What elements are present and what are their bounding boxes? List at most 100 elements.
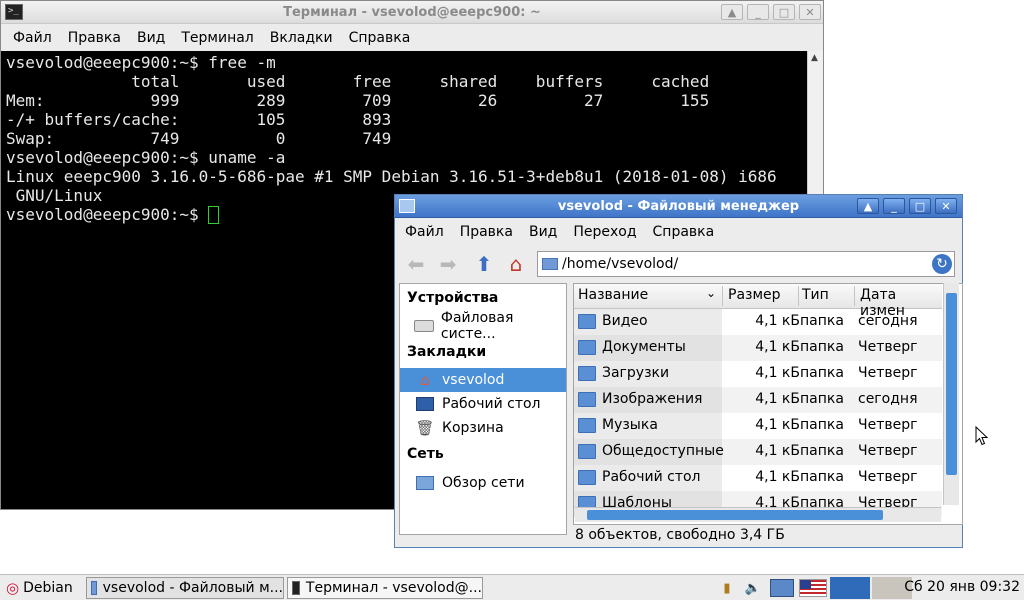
sidebar-item-home[interactable]: ⌂ vsevolod [400, 368, 566, 392]
folder-icon [578, 444, 596, 459]
chevron-down-icon[interactable]: ⌄ [706, 286, 716, 300]
column-header-type[interactable]: Тип [802, 287, 829, 303]
folder-icon [542, 258, 558, 270]
fm-menu-file[interactable]: Файл [397, 224, 452, 240]
location-bar[interactable]: /home/vsevolod/ ↻ [537, 251, 955, 277]
desktop-icon [414, 395, 436, 413]
sidebar-item-desktop[interactable]: Рабочий стол [400, 392, 566, 416]
terminal-keep-above-button[interactable]: ▲ [721, 4, 743, 20]
sidebar-item-filesystem[interactable]: Файловая систе... [400, 310, 566, 342]
file-type: папка [800, 443, 844, 459]
folder-icon [578, 366, 596, 381]
terminal-menu-file[interactable]: Файл [5, 30, 60, 46]
file-size: 4,1 кБ [755, 443, 800, 459]
folder-icon [578, 340, 596, 355]
sidebar-item-network[interactable]: Обзор сети [400, 471, 566, 495]
terminal-app-icon: >_ [5, 4, 23, 20]
volume-icon[interactable]: 🔈 [742, 577, 764, 599]
sidebar-item-trash[interactable]: 🗑 Корзина [400, 416, 566, 440]
terminal-line: vsevolod@eeepc900:~$ free -m [6, 53, 276, 72]
terminal-menu-terminal[interactable]: Терминал [173, 30, 261, 46]
forward-arrow-icon[interactable]: ➡ [435, 251, 461, 277]
fm-close-button[interactable]: ✕ [935, 198, 957, 214]
clock[interactable]: Сб 20 янв 09:32 [904, 579, 1020, 595]
file-name: Документы [602, 339, 686, 355]
network-icon [414, 474, 436, 492]
trash-icon: 🗑 [415, 419, 435, 437]
file-date: Четверг [858, 443, 918, 459]
fm-minimize-button[interactable]: _ [883, 198, 905, 214]
file-name: Загрузки [602, 365, 670, 381]
terminal-line: vsevolod@eeepc900:~$ uname -a [6, 148, 286, 167]
file-size: 4,1 кБ [755, 365, 800, 381]
file-date: сегодня [858, 391, 918, 407]
file-row[interactable]: Музыка 4,1 кБ папка Четверг [574, 413, 942, 439]
file-manager-window[interactable]: vsevolod - Файловый менеджер ▲ _ □ ✕ Фай… [394, 194, 963, 548]
file-name: Рабочий стол [602, 469, 701, 485]
fm-sidebar: Устройства Файловая систе... Закладки ⌂ … [399, 283, 567, 535]
file-type: папка [800, 365, 844, 381]
fm-menu-help[interactable]: Справка [645, 224, 723, 240]
taskbar: ◎ Debian vsevolod - Файловый м... Термин… [0, 574, 1024, 600]
file-type: папка [800, 469, 844, 485]
scrollbar-thumb[interactable] [946, 293, 957, 475]
file-date: Четверг [858, 365, 918, 381]
fm-menubar: Файл Правка Вид Переход Справка [395, 221, 962, 243]
terminal-menu-tabs[interactable]: Вкладки [262, 30, 341, 46]
file-name: Видео [602, 313, 648, 329]
fm-menu-view[interactable]: Вид [521, 224, 565, 240]
fm-menu-go[interactable]: Переход [565, 224, 644, 240]
status-bar: 8 объектов, свободно 3,4 ГБ [575, 527, 785, 543]
file-row[interactable]: Изображения 4,1 кБ папка сегодня [574, 387, 942, 413]
terminal-menu-edit[interactable]: Правка [60, 30, 129, 46]
file-list[interactable]: Название ⌄ Размер Тип Дата измен Видео 4… [573, 283, 963, 525]
workspace-1-icon[interactable] [830, 577, 870, 599]
file-size: 4,1 кБ [755, 469, 800, 485]
file-row[interactable]: Рабочий стол 4,1 кБ папка Четверг [574, 465, 942, 491]
file-row[interactable]: Документы 4,1 кБ папка Четверг [574, 335, 942, 361]
file-row[interactable]: Общедоступные 4,1 кБ папка Четверг [574, 439, 942, 465]
fm-maximize-button[interactable]: □ [909, 198, 931, 214]
back-arrow-icon[interactable]: ⬅ [403, 251, 429, 277]
terminal-line: Linux eeepc900 3.16.0-5-686-pae #1 SMP D… [6, 167, 777, 186]
file-name: Общедоступные [602, 443, 724, 459]
home-icon[interactable]: ⌂ [503, 251, 529, 277]
column-header-size[interactable]: Размер [728, 287, 781, 303]
clipboard-icon[interactable]: ▮ [716, 577, 738, 599]
file-list-horizontal-scrollbar[interactable] [575, 507, 941, 522]
file-size: 4,1 кБ [755, 313, 800, 329]
network-icon[interactable] [768, 577, 796, 599]
terminal-menu-help[interactable]: Справка [341, 30, 419, 46]
fm-app-icon [399, 199, 415, 213]
task-button-filemanager[interactable]: vsevolod - Файловый м... [86, 577, 284, 599]
sidebar-header-bookmarks: Закладки [407, 344, 487, 360]
sidebar-header-network: Сеть [407, 446, 444, 462]
terminal-close-button[interactable]: ✕ [799, 4, 821, 20]
up-arrow-icon[interactable]: ⬆ [471, 251, 497, 277]
terminal-menubar: Файл Правка Вид Терминал Вкладки Справка [1, 27, 823, 49]
file-name: Музыка [602, 417, 658, 433]
terminal-titlebar[interactable]: Терминал - vsevolod@eeepc900: ~ [1, 1, 823, 24]
us-flag-icon[interactable] [798, 577, 828, 599]
terminal-menu-view[interactable]: Вид [129, 30, 173, 46]
file-type: папка [800, 339, 844, 355]
file-row[interactable]: Загрузки 4,1 кБ папка Четверг [574, 361, 942, 387]
terminal-minimize-button[interactable]: _ [747, 4, 769, 20]
column-header-name[interactable]: Название [578, 287, 648, 303]
task-label: vsevolod - Файловый м... [102, 580, 283, 596]
task-button-terminal[interactable]: Терминал - vsevolod@... [287, 577, 483, 599]
file-list-vertical-scrollbar[interactable] [943, 283, 959, 505]
fm-menu-edit[interactable]: Правка [452, 224, 521, 240]
scroll-up-icon[interactable]: ▲ [811, 53, 818, 63]
file-list-header: Название ⌄ Размер Тип Дата измен [574, 284, 942, 319]
terminal-maximize-button[interactable]: □ [773, 4, 795, 20]
file-date: Четверг [858, 417, 918, 433]
task-label: Терминал - vsevolod@... [305, 580, 482, 596]
reload-icon[interactable]: ↻ [932, 254, 952, 274]
file-size: 4,1 кБ [755, 339, 800, 355]
terminal-line: Swap: 749 0 749 [6, 129, 392, 148]
fm-keep-above-button[interactable]: ▲ [857, 198, 879, 214]
file-row[interactable]: Видео 4,1 кБ папка сегодня [574, 309, 942, 335]
scrollbar-thumb[interactable] [587, 510, 883, 520]
start-menu-button[interactable]: ◎ Debian [2, 577, 80, 599]
